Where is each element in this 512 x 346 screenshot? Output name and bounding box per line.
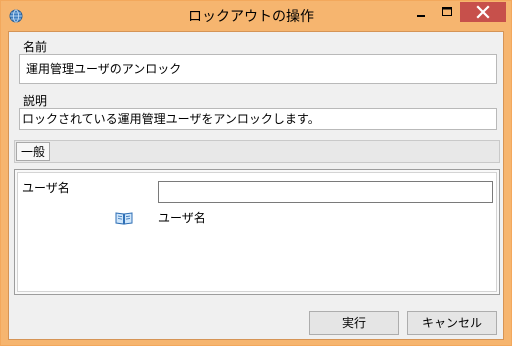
username-hint-text: ユーザ名 [158, 211, 206, 225]
execute-button[interactable]: 実行 [309, 311, 399, 335]
close-icon [460, 2, 506, 22]
book-icon [115, 210, 133, 226]
maximize-button[interactable] [434, 2, 460, 22]
username-input[interactable] [158, 181, 493, 203]
minimize-icon [408, 2, 434, 22]
title-bar[interactable]: ロックアウトの操作 [1, 1, 511, 31]
close-button[interactable] [460, 2, 506, 22]
description-label: 説明 [23, 94, 48, 108]
window-title: ロックアウトの操作 [188, 9, 314, 25]
general-panel: ユーザ名 ユーザ名 [14, 169, 500, 295]
name-label: 名前 [23, 40, 48, 54]
general-panel-content: ユーザ名 ユーザ名 [17, 172, 497, 292]
username-label: ユーザ名 [22, 181, 70, 195]
tab-general[interactable]: 一般 [16, 142, 51, 161]
dialog-client-area: 名前 運用管理ユーザのアンロック 説明 ロックされている運用管理ユーザをアンロッ… [8, 31, 504, 340]
dialog-window: ロックアウトの操作 名前 運用管理ユーザのアンロック 説明 ロックされている運用… [0, 0, 512, 346]
tab-strip: 一般 [14, 140, 500, 163]
cancel-button[interactable]: キャンセル [407, 311, 497, 335]
maximize-icon [434, 2, 460, 22]
minimize-button[interactable] [408, 2, 434, 22]
description-field[interactable]: ロックされている運用管理ユーザをアンロックします。 [19, 108, 497, 130]
name-field[interactable]: 運用管理ユーザのアンロック [19, 54, 497, 84]
globe-icon [9, 9, 23, 23]
